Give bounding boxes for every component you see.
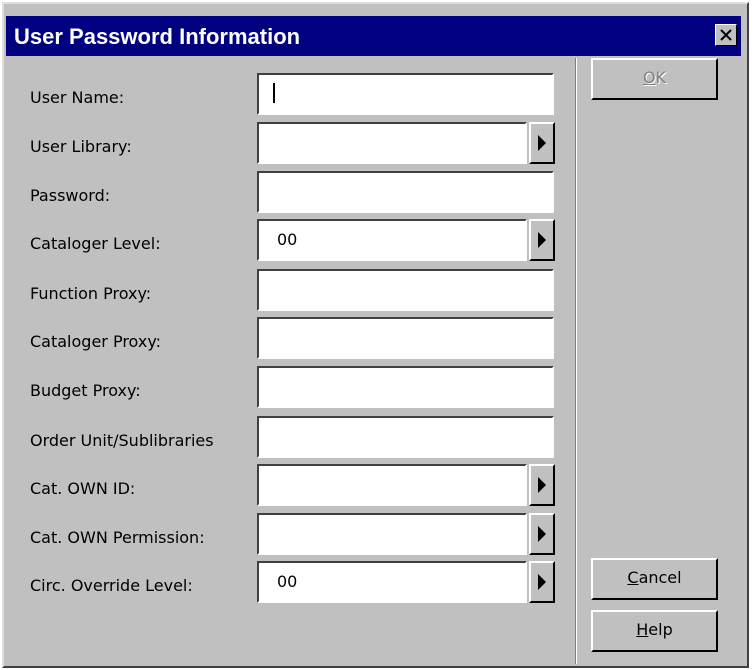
help-button[interactable]: Help [591, 610, 718, 652]
ok-mnemonic: O [642, 68, 656, 87]
circ-override-level-arrow-button[interactable] [529, 561, 555, 603]
dialog-title: User Password Information [14, 24, 301, 49]
password-input[interactable] [257, 171, 554, 213]
circ-override-level-value: 00 [277, 572, 298, 591]
ok-label-rest: K [655, 68, 667, 87]
close-button[interactable] [715, 24, 737, 46]
cataloger-level-arrow-button[interactable] [529, 219, 555, 261]
cataloger-proxy-input[interactable] [257, 317, 554, 359]
budget-proxy-input[interactable] [257, 366, 554, 408]
arrow-right-icon [538, 135, 546, 151]
cat-own-permission-label: Cat. OWN Permission: [30, 528, 205, 547]
user-name-label: User Name: [30, 88, 125, 107]
cancel-mnemonic: C [627, 568, 639, 587]
user-name-input[interactable] [257, 73, 554, 115]
cancel-label-rest: ancel [638, 568, 682, 587]
cataloger-level-label: Cataloger Level: [30, 234, 161, 253]
password-label: Password: [30, 186, 111, 205]
title-bar: User Password Information [6, 16, 741, 56]
circ-override-level-label: Circ. Override Level: [30, 576, 193, 595]
cataloger-level-value: 00 [277, 230, 298, 249]
close-icon [720, 29, 732, 41]
order-unit-label: Order Unit/Sublibraries [30, 431, 214, 450]
arrow-right-icon [538, 477, 546, 493]
cataloger-proxy-label: Cataloger Proxy: [30, 332, 162, 351]
help-mnemonic: H [636, 620, 649, 639]
circ-override-level-input[interactable]: 00 [257, 561, 527, 603]
panel-divider [575, 58, 577, 664]
user-library-input[interactable] [257, 122, 527, 164]
ok-button[interactable]: OK [591, 58, 718, 100]
budget-proxy-label: Budget Proxy: [30, 381, 141, 400]
user-library-arrow-button[interactable] [529, 122, 555, 164]
arrow-right-icon [538, 574, 546, 590]
user-library-label: User Library: [30, 137, 132, 156]
arrow-right-icon [538, 232, 546, 248]
help-label-rest: elp [648, 620, 673, 639]
text-caret [273, 83, 275, 103]
cat-own-permission-arrow-button[interactable] [529, 513, 555, 555]
arrow-right-icon [538, 526, 546, 542]
function-proxy-label: Function Proxy: [30, 284, 152, 303]
cat-own-id-input[interactable] [257, 464, 527, 506]
cataloger-level-input[interactable]: 00 [257, 219, 527, 261]
cat-own-permission-input[interactable] [257, 513, 527, 555]
cat-own-id-label: Cat. OWN ID: [30, 479, 136, 498]
cancel-button[interactable]: Cancel [591, 558, 718, 600]
function-proxy-input[interactable] [257, 269, 554, 311]
cat-own-id-arrow-button[interactable] [529, 464, 555, 506]
order-unit-input[interactable] [257, 416, 554, 458]
